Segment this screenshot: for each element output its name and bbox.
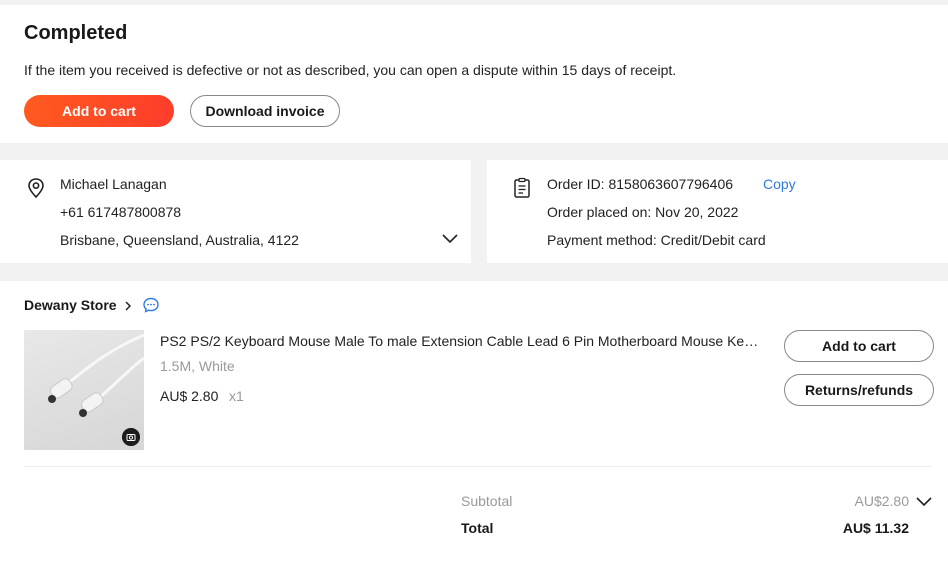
order-status-title: Completed bbox=[24, 22, 128, 44]
item-add-to-cart-button[interactable]: Add to cart bbox=[784, 330, 934, 362]
chevron-down-icon[interactable] bbox=[441, 233, 459, 245]
dispute-info-text: If the item you received is defective or… bbox=[24, 62, 677, 78]
chevron-right-icon[interactable] bbox=[123, 300, 133, 312]
recipient-phone: +61 617487800878 bbox=[60, 204, 182, 220]
copy-order-id-link[interactable]: Copy bbox=[763, 176, 796, 192]
product-variant: 1.5M, White bbox=[160, 358, 235, 374]
camera-icon[interactable] bbox=[122, 428, 140, 446]
recipient-name: Michael Lanagan bbox=[60, 176, 167, 192]
payment-method: Payment method: Credit/Debit card bbox=[547, 232, 766, 248]
order-id: Order ID: 8158063607796406 bbox=[547, 176, 734, 192]
total-value: AU$ 11.32 bbox=[842, 520, 909, 536]
location-pin-icon bbox=[28, 178, 44, 199]
recipient-address: Brisbane, Queensland, Australia, 4122 bbox=[60, 232, 299, 248]
store-name-link[interactable]: Dewany Store bbox=[24, 297, 117, 313]
subtotal-label: Subtotal bbox=[461, 493, 513, 509]
clipboard-icon bbox=[514, 177, 530, 198]
download-invoice-button[interactable]: Download invoice bbox=[190, 95, 340, 127]
returns-refunds-button[interactable]: Returns/refunds bbox=[784, 374, 934, 406]
product-title-link[interactable]: PS2 PS/2 Keyboard Mouse Male To male Ext… bbox=[160, 333, 760, 349]
chevron-down-icon[interactable] bbox=[915, 496, 933, 508]
divider bbox=[24, 466, 932, 467]
chat-icon[interactable] bbox=[142, 296, 160, 314]
product-price: AU$ 2.80 bbox=[160, 388, 219, 404]
product-quantity: x1 bbox=[229, 388, 244, 404]
add-to-cart-button[interactable]: Add to cart bbox=[24, 95, 174, 127]
order-placed-date: Order placed on: Nov 20, 2022 bbox=[547, 204, 739, 220]
total-label: Total bbox=[461, 520, 494, 536]
subtotal-value: AU$2.80 bbox=[854, 493, 909, 509]
